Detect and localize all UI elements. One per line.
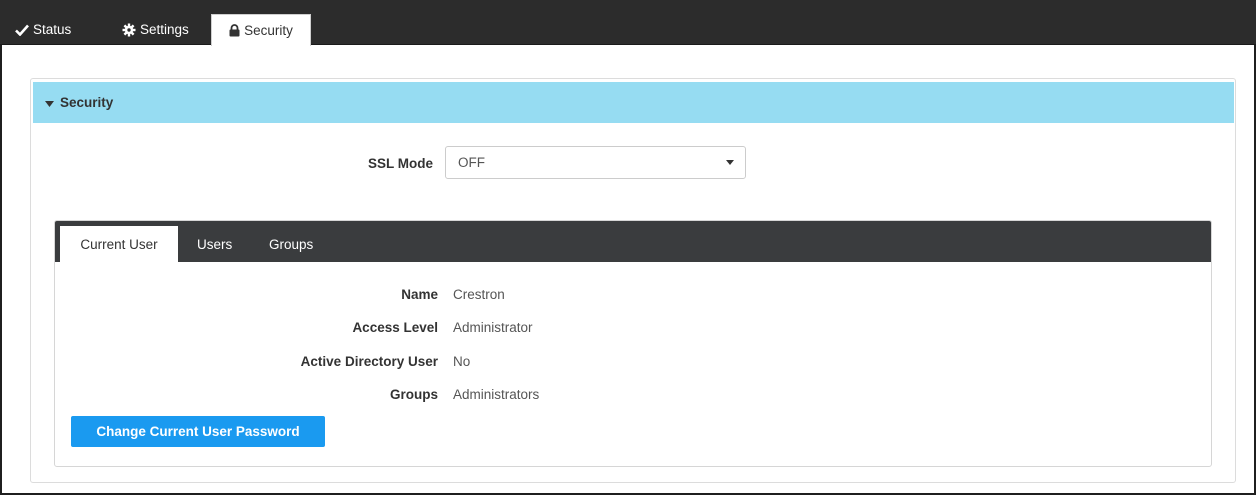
ssl-mode-value: OFF — [458, 155, 485, 170]
gear-icon — [122, 23, 136, 37]
change-password-button[interactable]: Change Current User Password — [71, 416, 325, 447]
access-level-value: Administrator — [453, 320, 533, 335]
access-level-label: Access Level — [352, 320, 438, 335]
top-tab-bar: Status Settings Security — [0, 0, 1256, 46]
tab-security[interactable]: Security — [211, 14, 311, 46]
tab-users[interactable]: Users — [197, 237, 232, 262]
tab-groups[interactable]: Groups — [269, 237, 313, 262]
caret-down-icon — [45, 95, 54, 110]
security-panel-header[interactable]: Security — [33, 82, 1234, 123]
ssl-mode-select[interactable]: OFF — [445, 146, 746, 179]
tab-settings-label: Settings — [140, 22, 189, 37]
security-panel-title: Security — [60, 95, 114, 110]
tab-status-label: Status — [33, 22, 72, 37]
tab-security-label: Security — [244, 23, 293, 38]
check-icon — [15, 24, 29, 36]
chevron-down-icon — [726, 160, 734, 165]
name-value: Crestron — [453, 287, 505, 302]
user-tab-bar: Current User Users Groups — [55, 221, 1211, 263]
name-label: Name — [401, 287, 438, 302]
tab-settings[interactable]: Settings — [122, 14, 189, 45]
ssl-mode-label: SSL Mode — [368, 156, 434, 171]
groups-value: Administrators — [453, 387, 540, 402]
active-directory-user-label: Active Directory User — [300, 354, 438, 369]
tab-status[interactable]: Status — [15, 14, 71, 45]
tab-current-user[interactable]: Current User — [60, 226, 178, 263]
groups-label: Groups — [389, 387, 438, 402]
lock-icon — [229, 24, 240, 37]
active-directory-user-value: No — [453, 354, 471, 369]
